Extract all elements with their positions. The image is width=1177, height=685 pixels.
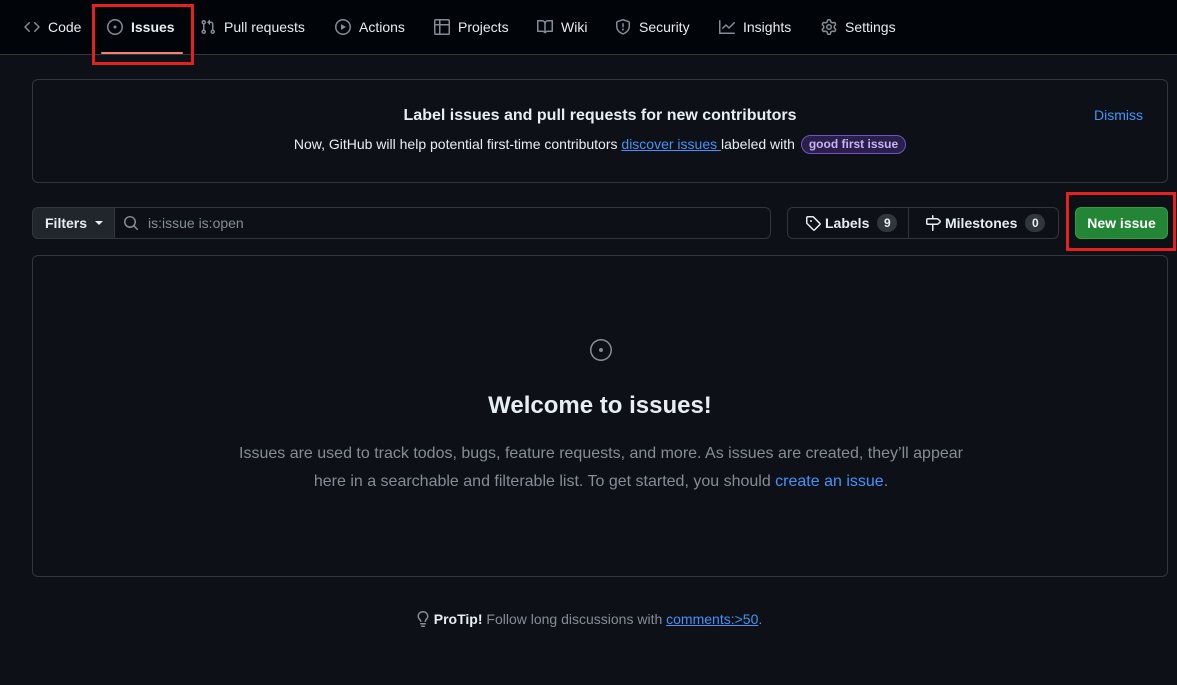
shield-icon (616, 19, 630, 35)
protip-bold: ProTip! (433, 611, 483, 627)
tab-wiki[interactable]: Wiki (537, 12, 587, 50)
labels-label: Labels (825, 215, 870, 231)
issue-opened-icon-svg (590, 339, 612, 361)
tab-issues-label: Issues (131, 19, 175, 35)
milestones-count: 0 (1025, 214, 1046, 232)
labels-button[interactable]: Labels 9 (787, 207, 909, 239)
gear-icon (821, 19, 837, 35)
tab-settings-label: Settings (845, 19, 896, 35)
blankslate-description: Issues are used to track todos, bugs, fe… (233, 440, 969, 496)
tab-projects-label: Projects (458, 19, 509, 35)
light-bulb-icon (417, 611, 429, 627)
caret-down-icon (95, 221, 104, 225)
comments-filter-link[interactable]: comments:>50 (666, 611, 758, 627)
selected-tab-underline (101, 52, 183, 54)
tab-settings[interactable]: Settings (821, 12, 896, 50)
tab-actions[interactable]: Actions (335, 12, 405, 50)
tab-code[interactable]: Code (24, 12, 81, 50)
milestones-button[interactable]: Milestones 0 (908, 207, 1059, 239)
blankslate-title: Welcome to issues! (488, 392, 712, 419)
tab-issues[interactable]: Issues (107, 12, 175, 50)
banner-text-after: labeled with (721, 136, 799, 152)
git-pull-request-icon (201, 19, 216, 35)
issue-search (114, 207, 771, 239)
code-icon (24, 21, 40, 33)
tab-pull-requests-label: Pull requests (224, 19, 305, 35)
tab-insights-label: Insights (743, 19, 792, 35)
dismiss-button[interactable]: Dismiss (1094, 107, 1143, 123)
discover-issues-link[interactable]: discover issues (621, 136, 721, 152)
tab-wiki-label: Wiki (561, 19, 588, 35)
filters-label: Filters (45, 215, 88, 231)
new-issue-button[interactable]: New issue (1075, 207, 1168, 239)
tab-pull-requests[interactable]: Pull requests (200, 12, 305, 50)
labels-count: 9 (877, 214, 898, 232)
issue-opened-icon (589, 338, 613, 362)
repo-nav: Code Issues Pull requests Actions Projec… (0, 0, 1177, 55)
blankslate-text-after: . (883, 473, 889, 490)
milestone-icon (926, 215, 941, 231)
play-icon (335, 19, 351, 35)
protip: ProTip! Follow long discussions with com… (0, 611, 1177, 627)
good-first-issue-label[interactable]: good first issue (800, 135, 907, 154)
tab-security-label: Security (639, 19, 690, 35)
filters-button[interactable]: Filters (32, 207, 115, 239)
search-icon (124, 216, 139, 231)
tag-icon (806, 216, 821, 231)
tab-code-label: Code (48, 19, 82, 35)
new-contributors-banner: Label issues and pull requests for new c… (32, 79, 1168, 183)
tab-security[interactable]: Security (615, 12, 690, 50)
book-icon (537, 19, 553, 34)
tab-actions-label: Actions (359, 19, 405, 35)
table-icon (434, 19, 450, 35)
search-input[interactable] (148, 215, 748, 231)
tab-projects[interactable]: Projects (434, 12, 509, 50)
protip-text: Follow long discussions with (482, 611, 667, 627)
create-issue-link[interactable]: create an issue (775, 473, 884, 490)
protip-after: . (758, 611, 763, 627)
graph-icon (719, 20, 735, 34)
banner-title: Label issues and pull requests for new c… (403, 107, 797, 124)
issue-opened-icon (107, 19, 123, 35)
banner-text-before: Now, GitHub will help potential first-ti… (293, 136, 622, 152)
tab-insights[interactable]: Insights (719, 12, 791, 50)
milestones-label: Milestones (945, 215, 1018, 231)
issues-blankslate: Welcome to issues! Issues are used to tr… (32, 255, 1168, 577)
banner-text: Now, GitHub will help potential first-ti… (33, 135, 1167, 154)
